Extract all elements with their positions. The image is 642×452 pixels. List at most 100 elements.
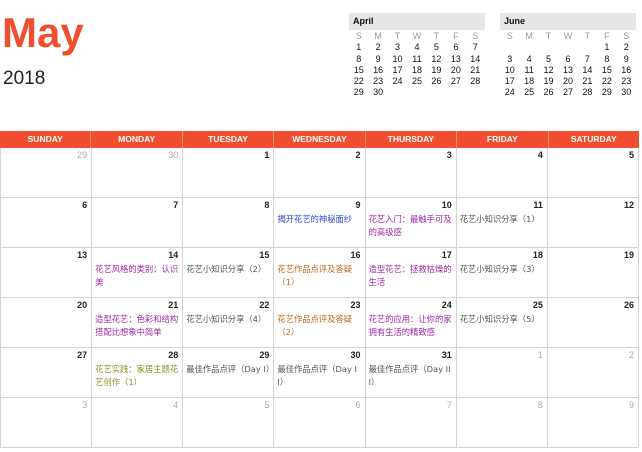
day-cell[interactable]: 16 花艺作品点评及答疑（1） bbox=[274, 248, 366, 297]
day-cell[interactable]: 4 bbox=[92, 398, 184, 447]
mini-day-number[interactable]: 14 bbox=[466, 54, 485, 65]
mini-day-number[interactable]: 23 bbox=[368, 76, 387, 87]
mini-day-number[interactable]: 1 bbox=[349, 42, 368, 53]
mini-day-number[interactable]: 7 bbox=[578, 54, 597, 65]
mini-day-number[interactable]: 28 bbox=[578, 87, 597, 98]
day-cell[interactable]: 18 花艺小知识分享（3） bbox=[457, 248, 548, 297]
mini-day-number[interactable]: 24 bbox=[388, 76, 407, 87]
mini-day-number[interactable]: 19 bbox=[539, 76, 558, 87]
mini-day-number[interactable]: 25 bbox=[519, 87, 538, 98]
day-cell[interactable]: 2 bbox=[274, 148, 366, 197]
mini-day-number[interactable]: 30 bbox=[368, 87, 387, 98]
mini-day-number[interactable]: 9 bbox=[617, 54, 636, 65]
mini-day-number[interactable]: 16 bbox=[368, 65, 387, 76]
day-cell[interactable]: 7 bbox=[366, 398, 457, 447]
mini-day-number[interactable]: 21 bbox=[466, 65, 485, 76]
mini-day-number[interactable]: 12 bbox=[539, 65, 558, 76]
day-cell[interactable]: 17 造型花艺：拯救枯燥的生活 bbox=[366, 248, 457, 297]
mini-day-number[interactable]: 8 bbox=[597, 54, 616, 65]
mini-day-number[interactable]: 24 bbox=[500, 87, 519, 98]
calendar-event[interactable]: 花艺的应用：让你的家拥有生活的精致感 bbox=[369, 313, 453, 338]
mini-day-number[interactable]: 2 bbox=[617, 42, 636, 53]
mini-day-number[interactable]: 29 bbox=[597, 87, 616, 98]
mini-day-number[interactable]: 17 bbox=[388, 65, 407, 76]
calendar-event[interactable]: 花艺作品点评及答疑（1） bbox=[277, 263, 361, 288]
day-cell[interactable]: 1 bbox=[457, 348, 548, 397]
calendar-event[interactable]: 造型花艺：拯救枯燥的生活 bbox=[369, 263, 453, 288]
day-cell[interactable]: 25 花艺小知识分享（5） bbox=[457, 298, 548, 347]
day-cell[interactable]: 6 bbox=[0, 198, 93, 247]
mini-day-number[interactable]: 20 bbox=[446, 65, 465, 76]
day-cell[interactable]: 4 bbox=[457, 148, 548, 197]
mini-day-number[interactable]: 22 bbox=[349, 76, 368, 87]
day-cell[interactable]: 12 bbox=[548, 198, 639, 247]
day-cell[interactable]: 24 花艺的应用：让你的家拥有生活的精致感 bbox=[366, 298, 457, 347]
day-cell[interactable]: 29 最佳作品点评（Day I） bbox=[183, 348, 275, 397]
day-cell[interactable]: 23 花艺作品点评及答疑（2） bbox=[274, 298, 366, 347]
calendar-event[interactable]: 最佳作品点评（Day II） bbox=[277, 363, 361, 388]
day-cell[interactable]: 22 花艺小知识分享（4） bbox=[183, 298, 275, 347]
mini-day-number[interactable]: 1 bbox=[597, 42, 616, 53]
mini-day-number[interactable]: 9 bbox=[368, 54, 387, 65]
day-cell[interactable]: 3 bbox=[0, 398, 93, 447]
day-cell[interactable]: 15 花艺小知识分享（2） bbox=[183, 248, 275, 297]
mini-day-number[interactable]: 21 bbox=[578, 76, 597, 87]
mini-day-number[interactable]: 2 bbox=[368, 42, 387, 53]
day-cell[interactable]: 14 花艺风格的类别：认识美 bbox=[92, 248, 184, 297]
day-cell[interactable]: 28 花艺实践：家居主题花艺创作（1） bbox=[92, 348, 184, 397]
calendar-event[interactable]: 造型花艺：色彩和结构搭配比想象中简单 bbox=[95, 313, 179, 338]
day-cell[interactable]: 8 bbox=[183, 198, 275, 247]
mini-day-number[interactable]: 18 bbox=[519, 76, 538, 87]
day-cell[interactable]: 19 bbox=[548, 248, 639, 297]
mini-day-number[interactable]: 27 bbox=[446, 76, 465, 87]
mini-day-number[interactable]: 6 bbox=[558, 54, 577, 65]
calendar-event[interactable]: 花艺实践：家居主题花艺创作（1） bbox=[95, 363, 179, 388]
mini-day-number[interactable]: 19 bbox=[427, 65, 446, 76]
mini-day-number[interactable]: 10 bbox=[500, 65, 519, 76]
calendar-event[interactable]: 花艺小知识分享（4） bbox=[186, 313, 270, 326]
day-cell[interactable]: 30 最佳作品点评（Day II） bbox=[274, 348, 366, 397]
mini-day-number[interactable]: 28 bbox=[466, 76, 485, 87]
day-cell[interactable]: 5 bbox=[183, 398, 275, 447]
mini-day-number[interactable]: 5 bbox=[539, 54, 558, 65]
mini-day-number[interactable]: 7 bbox=[466, 42, 485, 53]
mini-day-number[interactable]: 4 bbox=[407, 42, 426, 53]
mini-day-number[interactable]: 20 bbox=[558, 76, 577, 87]
calendar-event[interactable]: 花艺小知识分享（2） bbox=[186, 263, 270, 276]
day-cell[interactable]: 11 花艺小知识分享（1） bbox=[457, 198, 548, 247]
mini-day-number[interactable]: 15 bbox=[597, 65, 616, 76]
calendar-event[interactable]: 最佳作品点评（Day III） bbox=[369, 363, 453, 388]
calendar-event[interactable]: 最佳作品点评（Day I） bbox=[186, 363, 274, 376]
mini-day-number[interactable]: 26 bbox=[539, 87, 558, 98]
mini-day-number[interactable]: 11 bbox=[519, 65, 538, 76]
day-cell[interactable]: 30 bbox=[92, 148, 184, 197]
mini-day-number[interactable]: 27 bbox=[558, 87, 577, 98]
mini-day-number[interactable]: 23 bbox=[617, 76, 636, 87]
mini-day-number[interactable]: 11 bbox=[407, 54, 426, 65]
day-cell[interactable]: 31 最佳作品点评（Day III） bbox=[366, 348, 457, 397]
mini-day-number[interactable]: 30 bbox=[617, 87, 636, 98]
mini-day-number[interactable]: 29 bbox=[349, 87, 368, 98]
mini-day-number[interactable]: 13 bbox=[558, 65, 577, 76]
calendar-event[interactable]: 花艺小知识分享（5） bbox=[460, 313, 544, 326]
day-cell[interactable]: 5 bbox=[548, 148, 639, 197]
mini-day-number[interactable]: 4 bbox=[519, 54, 538, 65]
mini-day-number[interactable]: 3 bbox=[500, 54, 519, 65]
mini-day-number[interactable]: 5 bbox=[427, 42, 446, 53]
mini-day-number[interactable]: 17 bbox=[500, 76, 519, 87]
day-cell[interactable]: 6 bbox=[274, 398, 366, 447]
day-cell[interactable]: 8 bbox=[457, 398, 548, 447]
mini-day-number[interactable]: 12 bbox=[427, 54, 446, 65]
calendar-event[interactable]: 花艺作品点评及答疑（2） bbox=[277, 313, 361, 338]
day-cell[interactable]: 9 bbox=[548, 398, 639, 447]
mini-day-number[interactable]: 18 bbox=[407, 65, 426, 76]
day-cell[interactable]: 26 bbox=[548, 298, 639, 347]
mini-day-number[interactable]: 14 bbox=[578, 65, 597, 76]
day-cell[interactable]: 29 bbox=[0, 148, 93, 197]
mini-day-number[interactable]: 13 bbox=[446, 54, 465, 65]
mini-day-number[interactable]: 15 bbox=[349, 65, 368, 76]
day-cell[interactable]: 1 bbox=[183, 148, 275, 197]
mini-day-number[interactable]: 8 bbox=[349, 54, 368, 65]
calendar-event[interactable]: 花艺小知识分享（3） bbox=[460, 263, 544, 276]
calendar-event[interactable]: 揭开花艺的神秘面纱 bbox=[277, 213, 361, 226]
